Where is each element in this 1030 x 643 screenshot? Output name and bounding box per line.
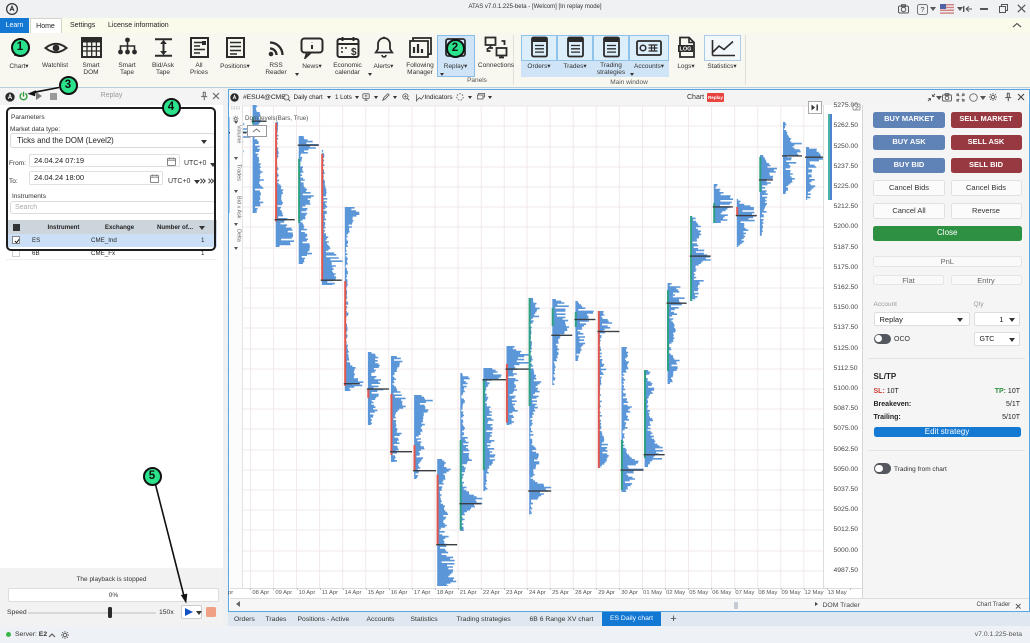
svg-text:?: ?	[920, 5, 924, 14]
svg-text:$: $	[351, 47, 357, 58]
svg-text:LOG: LOG	[680, 47, 692, 53]
